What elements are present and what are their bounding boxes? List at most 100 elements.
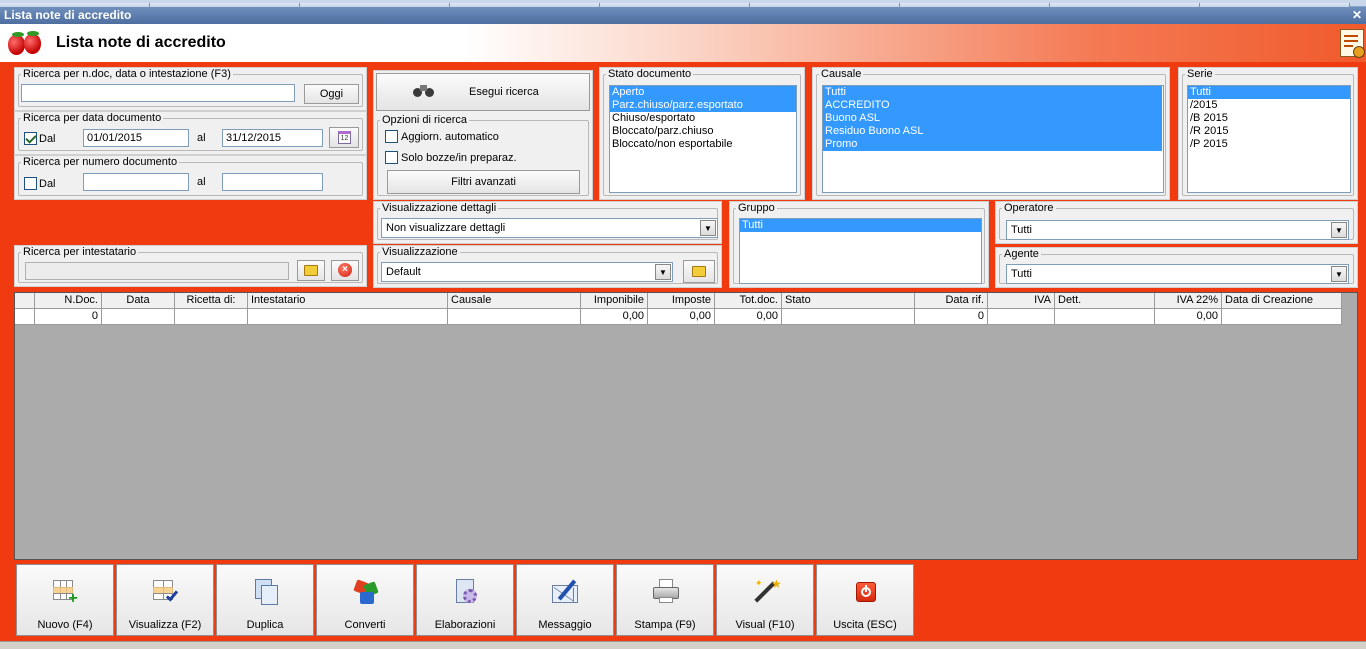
number-from-input[interactable] (83, 173, 189, 191)
window-title: Lista note di accredito (4, 8, 132, 22)
column-header[interactable]: Causale (448, 293, 581, 309)
table-cell: 0,00 (648, 309, 715, 325)
list-item[interactable]: /P 2015 (1188, 138, 1350, 151)
group-label: Ricerca per data documento (21, 112, 164, 125)
message-label: Messaggio (538, 619, 592, 631)
holder-input[interactable] (25, 262, 289, 280)
view-button[interactable]: Visualizza (F2) (116, 564, 214, 636)
list-item[interactable]: Parz.chiuso/parz.esportato (610, 99, 796, 112)
list-item[interactable]: /B 2015 (1188, 112, 1350, 125)
list-item[interactable]: Chiuso/esportato (610, 112, 796, 125)
column-header[interactable]: IVA 22% (1155, 293, 1222, 309)
column-header[interactable]: Stato (782, 293, 915, 309)
group-label: Gruppo (736, 202, 777, 215)
holder-clear-button[interactable]: × (331, 260, 359, 281)
group-list[interactable]: Tutti (739, 218, 982, 284)
table-cell (175, 309, 248, 325)
document-tabs-strip[interactable] (0, 0, 1366, 9)
group-label: Ricerca per numero documento (21, 156, 180, 169)
convert-button[interactable]: Converti (316, 564, 414, 636)
column-header[interactable]: Data (102, 293, 175, 309)
list-item[interactable]: /R 2015 (1188, 125, 1350, 138)
list-item[interactable]: Buono ASL (823, 112, 1162, 125)
list-item[interactable]: Tutti (1188, 86, 1350, 99)
calendar-button[interactable]: 12 (329, 127, 359, 148)
grid-check-icon (151, 577, 181, 607)
detail-view-select[interactable]: Non visualizzare dettagli ▼ (381, 218, 718, 238)
document-state-list[interactable]: Aperto Parz.chiuso/parz.esportato Chiuso… (609, 85, 797, 193)
chevron-down-icon[interactable]: ▼ (1331, 222, 1347, 238)
number-to-input[interactable] (222, 173, 323, 191)
number-from-checkbox[interactable] (24, 177, 37, 190)
auto-update-checkbox[interactable] (385, 130, 398, 143)
column-header[interactable]: Data di Creazione (1222, 293, 1342, 309)
list-item[interactable]: ACCREDITO (823, 99, 1162, 112)
exit-button[interactable]: Uscita (ESC) (816, 564, 914, 636)
group-label: Ricerca per intestatario (21, 246, 139, 259)
agent-select[interactable]: Tutti ▼ (1006, 264, 1349, 284)
serie-list[interactable]: Tutti /2015 /B 2015 /R 2015 /P 2015 (1187, 85, 1351, 193)
new-button[interactable]: + Nuovo (F4) (16, 564, 114, 636)
date-from-input[interactable]: 01/01/2015 (83, 129, 189, 147)
chevron-down-icon[interactable]: ▼ (700, 220, 716, 236)
search-input[interactable] (21, 84, 295, 102)
convert-arrows-icon (351, 577, 381, 607)
column-header[interactable] (15, 293, 35, 309)
detail-view-group: Visualizzazione dettagli Non visualizzar… (373, 201, 722, 244)
list-item[interactable]: Tutti (823, 86, 1162, 99)
date-from-checkbox[interactable] (24, 132, 37, 145)
view-select[interactable]: Default ▼ (381, 262, 673, 282)
date-to-input[interactable]: 31/12/2015 (222, 129, 323, 147)
message-button[interactable]: Messaggio (516, 564, 614, 636)
convert-label: Converti (344, 619, 386, 631)
column-header[interactable]: Imposte (648, 293, 715, 309)
page-title: Lista note di accredito (56, 34, 226, 51)
group-label: Ricerca per n.doc, data o intestazione (… (21, 68, 233, 81)
processing-label: Elaborazioni (434, 619, 496, 631)
list-item[interactable]: Aperto (610, 86, 796, 99)
column-header[interactable]: Intestatario (248, 293, 448, 309)
column-header[interactable]: N.Doc. (35, 293, 102, 309)
report-settings-icon[interactable] (1340, 29, 1365, 58)
processing-button[interactable]: Elaborazioni (416, 564, 514, 636)
list-item[interactable]: Tutti (740, 219, 981, 232)
list-item[interactable]: /2015 (1188, 99, 1350, 112)
auto-update-label: Aggiorn. automatico (401, 131, 499, 143)
chevron-down-icon[interactable]: ▼ (1331, 266, 1347, 282)
today-button[interactable]: Oggi (304, 84, 359, 104)
list-item[interactable]: Residuo Buono ASL (823, 125, 1162, 138)
drafts-only-checkbox[interactable] (385, 151, 398, 164)
advanced-filters-button[interactable]: Filtri avanzati (387, 170, 580, 194)
detail-view-value: Non visualizzare dettagli (386, 222, 506, 234)
column-header[interactable]: IVA (988, 293, 1055, 309)
agent-group: Agente Tutti ▼ (995, 247, 1358, 288)
table-cell (15, 309, 35, 325)
group-label: Causale (819, 68, 864, 81)
list-item[interactable]: Promo (823, 138, 1162, 151)
column-header[interactable]: Dett. (1055, 293, 1155, 309)
visual-label: Visual (F10) (735, 619, 795, 631)
table-cell (1222, 309, 1342, 325)
list-item[interactable]: Bloccato/parz.chiuso (610, 125, 796, 138)
operator-select[interactable]: Tutti ▼ (1006, 220, 1349, 240)
column-header[interactable]: Imponibile (581, 293, 648, 309)
group-label: Serie (1185, 68, 1215, 81)
list-item[interactable]: Bloccato/non esportabile (610, 138, 796, 151)
causale-list[interactable]: Tutti ACCREDITO Buono ASL Residuo Buono … (822, 85, 1164, 193)
close-icon[interactable]: ✕ (1351, 8, 1363, 22)
column-header[interactable]: Ricetta di: (175, 293, 248, 309)
holder-browse-button[interactable] (297, 260, 325, 281)
view-open-button[interactable] (683, 260, 715, 283)
envelope-pen-icon (551, 573, 581, 607)
documents-table[interactable]: N.Doc. Data Ricetta di: Intestatario Cau… (14, 292, 1358, 560)
table-totals-row[interactable]: 0 0,00 0,00 0,00 0 0,00 (15, 309, 1342, 325)
table-cell (102, 309, 175, 325)
run-search-button[interactable]: Esegui ricerca (376, 73, 590, 111)
chevron-down-icon[interactable]: ▼ (655, 264, 671, 280)
column-header[interactable]: Data rif. (915, 293, 988, 309)
group-label: Visualizzazione dettagli (380, 202, 499, 215)
duplicate-button[interactable]: Duplica (216, 564, 314, 636)
column-header[interactable]: Tot.doc. (715, 293, 782, 309)
print-button[interactable]: Stampa (F9) (616, 564, 714, 636)
visual-button[interactable]: ★ ✦ Visual (F10) (716, 564, 814, 636)
